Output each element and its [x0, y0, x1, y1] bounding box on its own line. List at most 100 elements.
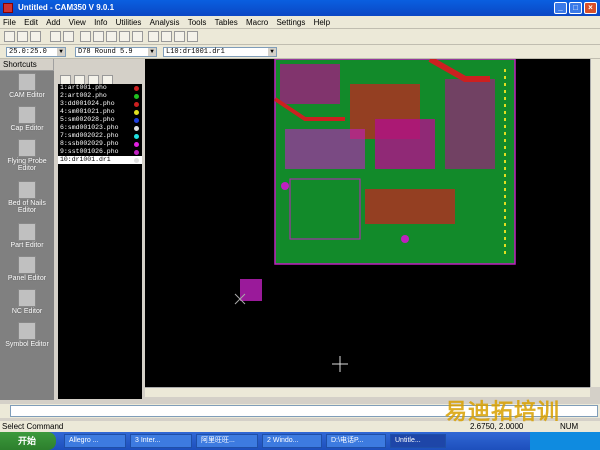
layer-row-selected[interactable]: 10:dr1001.dr1	[58, 156, 142, 164]
cursor-crosshair	[332, 356, 348, 372]
shortcut-label: NC Editor	[11, 308, 43, 315]
layer-tools	[56, 59, 142, 86]
display-icon[interactable]	[187, 31, 198, 42]
zoom-out-icon[interactable]	[119, 31, 130, 42]
shortcuts-list: CAM Editor Cap Editor Flying Probe Edito…	[0, 71, 54, 400]
toolbar	[0, 29, 600, 45]
title-bar: Untitled - CAM350 V 9.0.1 _ □ ×	[0, 0, 600, 16]
layer-label: 3:dd001024.pho	[60, 100, 115, 107]
shortcut-label: CAM Editor	[9, 92, 45, 99]
close-button[interactable]: ×	[584, 2, 597, 14]
layer-value: L10:dr1001.dr1	[166, 48, 225, 56]
task-cam350[interactable]: Untitle...	[390, 434, 446, 448]
chevron-down-icon: ▼	[57, 48, 65, 56]
menu-tables[interactable]: Tables	[212, 16, 241, 29]
layer-color[interactable]	[134, 126, 139, 131]
task-folder[interactable]: D:\电话P...	[326, 434, 386, 448]
layer-row[interactable]: 6:smd001023.pho	[58, 124, 142, 132]
start-button[interactable]: 开始	[0, 432, 56, 450]
grid-select[interactable]: 25.0:25.0 ▼	[6, 47, 66, 57]
pcb-component	[365, 189, 455, 224]
maximize-button[interactable]: □	[569, 2, 582, 14]
menu-analysis[interactable]: Analysis	[147, 16, 183, 29]
pcb-component	[280, 64, 340, 104]
redo-icon[interactable]	[63, 31, 74, 42]
layer-label: 4:sm001021.pho	[60, 108, 115, 115]
shortcut-nc-editor[interactable]: NC Editor	[0, 287, 54, 320]
menu-tools[interactable]: Tools	[185, 16, 210, 29]
menu-add[interactable]: Add	[43, 16, 63, 29]
combo-bar: 25.0:25.0 ▼ D78 Round 5.9 ▼ L10:dr1001.dr1…	[0, 45, 600, 59]
layer-color[interactable]	[134, 150, 139, 155]
task-internet[interactable]: 3 Inter...	[130, 434, 192, 448]
layer-row[interactable]: 8:ssb002029.pho	[58, 140, 142, 148]
menu-view[interactable]: View	[66, 16, 89, 29]
pcb-canvas[interactable]	[145, 59, 590, 387]
layer-color[interactable]	[134, 94, 139, 99]
layer-row[interactable]: 4:sm001021.pho	[58, 108, 142, 116]
taskbar: 开始 Allegro ... 3 Inter... 阿里旺旺... 2 Wind…	[0, 432, 600, 450]
shortcut-part-editor[interactable]: Part Editor	[0, 221, 54, 254]
shortcut-bed-of-nails-editor[interactable]: Bed of Nails Editor	[0, 179, 54, 221]
dcode-select[interactable]: D78 Round 5.9 ▼	[75, 47, 157, 57]
layer-color[interactable]	[134, 134, 139, 139]
vertical-scrollbar[interactable]	[590, 59, 600, 387]
menu-info[interactable]: Info	[91, 16, 110, 29]
chevron-down-icon: ▼	[268, 48, 276, 56]
shortcut-cap-editor[interactable]: Cap Editor	[0, 104, 54, 137]
snap-grid-icon[interactable]	[161, 31, 172, 42]
zoom-in-icon[interactable]	[106, 31, 117, 42]
pcb-fragment	[240, 279, 262, 301]
panel-editor-icon	[18, 256, 36, 274]
layer-color[interactable]	[134, 142, 139, 147]
grid-icon[interactable]	[148, 31, 159, 42]
layer-label: 9:sst001026.pho	[60, 148, 119, 155]
layer-row[interactable]: 3:dd001024.pho	[58, 100, 142, 108]
menu-settings[interactable]: Settings	[273, 16, 308, 29]
layer-color[interactable]	[134, 110, 139, 115]
menu-help[interactable]: Help	[311, 16, 333, 29]
layer-color[interactable]	[134, 102, 139, 107]
zoom-window-icon[interactable]	[93, 31, 104, 42]
layer-row[interactable]: 1:art001.pho	[58, 84, 142, 92]
zoom-all-icon[interactable]	[132, 31, 143, 42]
shortcut-symbol-editor[interactable]: Symbol Editor	[0, 320, 54, 353]
layer-label: 2:art002.pho	[60, 92, 107, 99]
layer-color[interactable]	[134, 118, 139, 123]
task-allegro[interactable]: Allegro ...	[64, 434, 126, 448]
new-file-icon[interactable]	[4, 31, 15, 42]
nc-editor-icon	[18, 289, 36, 307]
layer-label: 5:sm002028.pho	[60, 116, 115, 123]
layer-row[interactable]: 9:sst001026.pho	[58, 148, 142, 156]
layer-row[interactable]: 5:sm002028.pho	[58, 116, 142, 124]
open-file-icon[interactable]	[17, 31, 28, 42]
layer-label: 1:art001.pho	[60, 84, 107, 91]
system-tray	[530, 432, 600, 450]
layer-color-icon[interactable]	[174, 31, 185, 42]
layer-label: 7:smd002022.pho	[60, 132, 119, 139]
task-aliwangwang[interactable]: 阿里旺旺...	[196, 434, 258, 448]
shortcut-cam-editor[interactable]: CAM Editor	[0, 71, 54, 104]
menu-edit[interactable]: Edit	[21, 16, 41, 29]
shortcut-label: Cap Editor	[10, 125, 44, 132]
menu-file[interactable]: File	[0, 16, 19, 29]
minimize-button[interactable]: _	[554, 2, 567, 14]
layer-select[interactable]: L10:dr1001.dr1 ▼	[163, 47, 277, 57]
layer-list: 1:art001.pho 2:art002.pho 3:dd001024.pho…	[58, 84, 142, 399]
bed-of-nails-icon	[18, 181, 36, 199]
undo-icon[interactable]	[50, 31, 61, 42]
task-windows[interactable]: 2 Windo...	[262, 434, 322, 448]
layer-row[interactable]: 2:art002.pho	[58, 92, 142, 100]
shortcut-flying-probe-editor[interactable]: Flying Probe Editor	[0, 137, 54, 179]
layer-row[interactable]: 7:smd002022.pho	[58, 132, 142, 140]
redraw-icon[interactable]	[80, 31, 91, 42]
shortcut-label: Panel Editor	[7, 275, 47, 282]
shortcuts-panel: Shortcuts CAM Editor Cap Editor Flying P…	[0, 59, 54, 400]
menu-macro[interactable]: Macro	[243, 16, 271, 29]
shortcut-panel-editor[interactable]: Panel Editor	[0, 254, 54, 287]
layer-color[interactable]	[134, 86, 139, 91]
menu-utilities[interactable]: Utilities	[113, 16, 145, 29]
layer-color[interactable]	[134, 158, 139, 163]
cam-editor-icon	[18, 73, 36, 91]
save-icon[interactable]	[30, 31, 41, 42]
